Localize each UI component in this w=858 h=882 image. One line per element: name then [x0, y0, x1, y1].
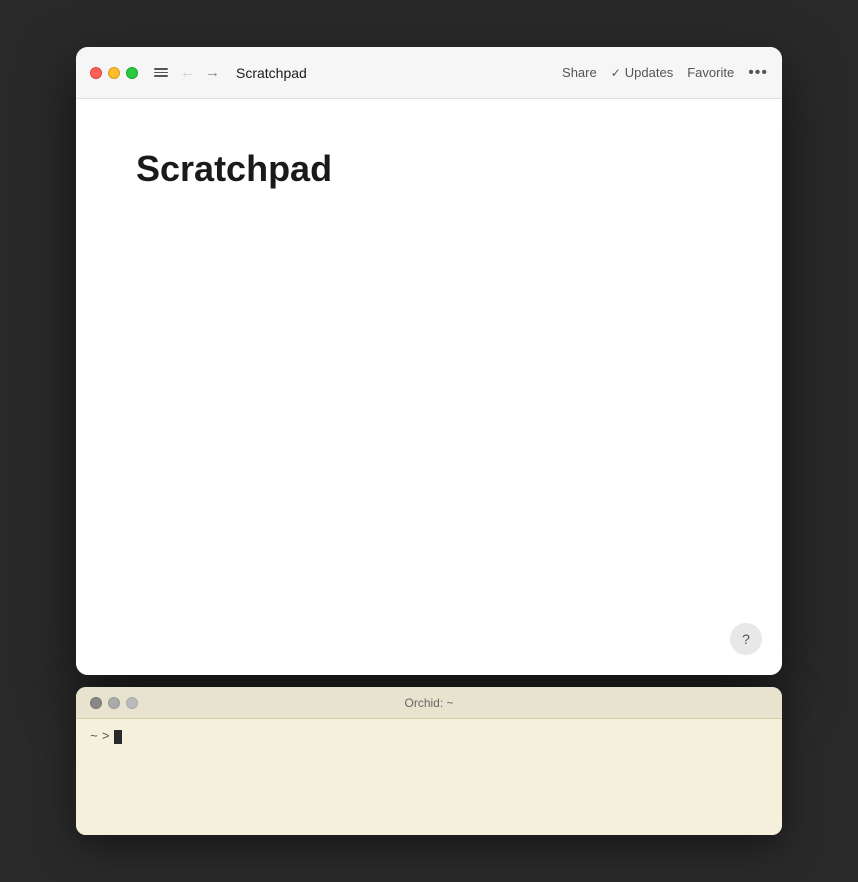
- updates-button[interactable]: ✓ Updates: [611, 65, 673, 80]
- terminal-body[interactable]: ~ >: [76, 719, 782, 835]
- terminal-maximize-button[interactable]: [126, 697, 138, 709]
- terminal-minimize-button[interactable]: [108, 697, 120, 709]
- window-title: Scratchpad: [236, 65, 307, 81]
- sidebar-toggle-button[interactable]: [154, 68, 168, 77]
- traffic-lights: [90, 67, 138, 79]
- desktop: ← → Scratchpad Share ✓ Updates Favorite …: [0, 0, 858, 882]
- maximize-button[interactable]: [126, 67, 138, 79]
- prompt-arrow: >: [102, 729, 110, 744]
- prompt-tilde: ~: [90, 729, 98, 744]
- close-button[interactable]: [90, 67, 102, 79]
- terminal-titlebar: Orchid: ~: [76, 687, 782, 719]
- minimize-button[interactable]: [108, 67, 120, 79]
- share-label: Share: [562, 65, 597, 80]
- titlebar-actions: Share ✓ Updates Favorite •••: [562, 65, 768, 81]
- check-icon: ✓: [611, 66, 621, 80]
- titlebar: ← → Scratchpad Share ✓ Updates Favorite …: [76, 47, 782, 99]
- updates-label: Updates: [625, 65, 673, 80]
- terminal-cursor: [114, 730, 122, 744]
- scratchpad-window: ← → Scratchpad Share ✓ Updates Favorite …: [76, 47, 782, 675]
- terminal-prompt: ~ >: [90, 729, 768, 744]
- nav-arrows: ← →: [176, 63, 224, 82]
- terminal-title: Orchid: ~: [404, 696, 453, 710]
- terminal-close-button[interactable]: [90, 697, 102, 709]
- document-title: Scratchpad: [136, 147, 722, 190]
- share-button[interactable]: Share: [562, 65, 597, 80]
- more-label: •••: [748, 64, 768, 81]
- more-options-button[interactable]: •••: [748, 65, 768, 81]
- favorite-button[interactable]: Favorite: [687, 65, 734, 80]
- favorite-label: Favorite: [687, 65, 734, 80]
- forward-button[interactable]: →: [201, 63, 224, 82]
- help-icon: ?: [742, 631, 750, 647]
- terminal-traffic-lights: [90, 697, 138, 709]
- terminal-window: Orchid: ~ ~ >: [76, 687, 782, 835]
- help-button[interactable]: ?: [730, 623, 762, 655]
- back-button[interactable]: ←: [176, 63, 199, 82]
- document-content[interactable]: Scratchpad ?: [76, 99, 782, 675]
